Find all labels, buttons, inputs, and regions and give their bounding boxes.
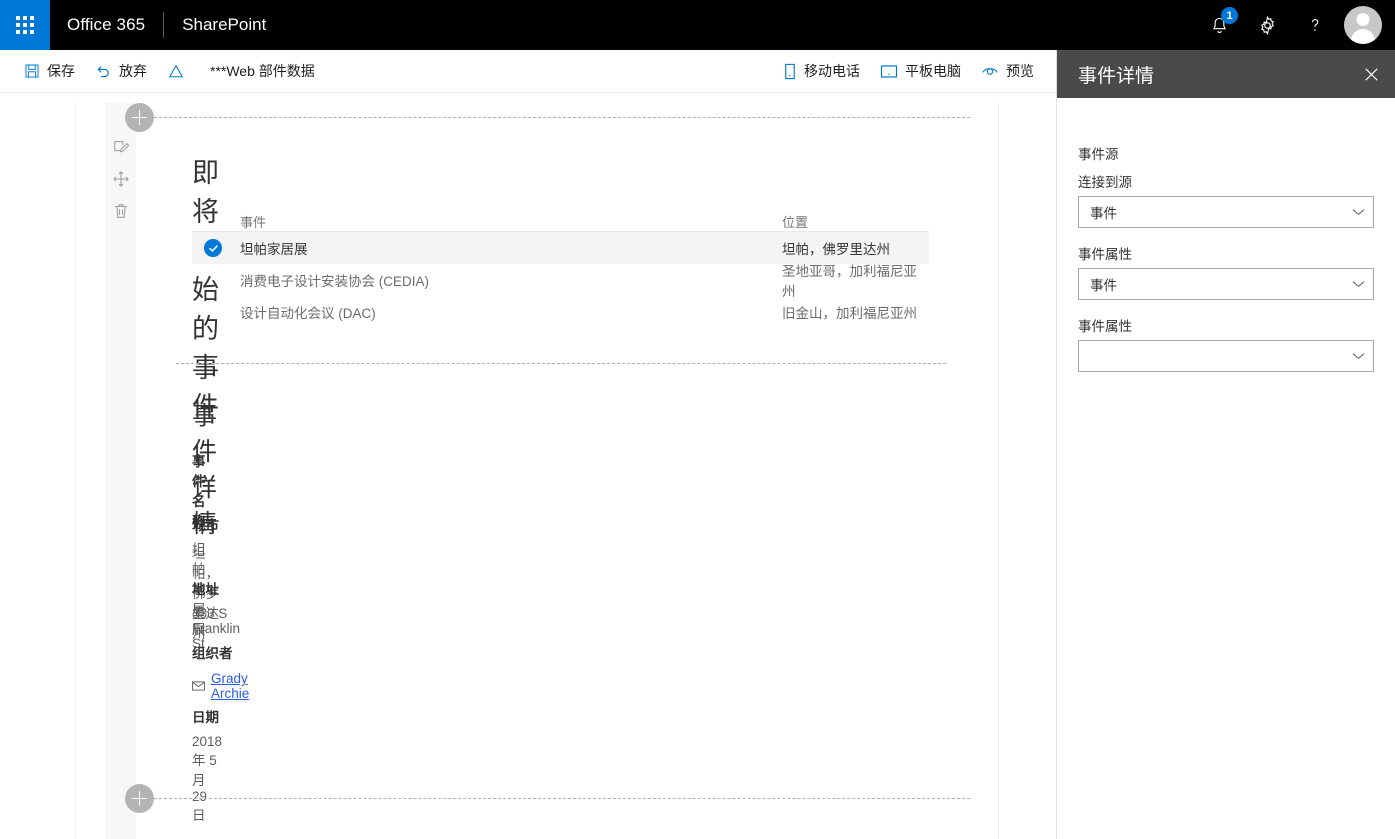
tablet-preview-button[interactable]: 平板电脑	[870, 50, 971, 93]
property-pane-title: 事件详情	[1078, 61, 1347, 88]
move-webpart-button[interactable]	[111, 169, 131, 189]
triangle-icon	[167, 63, 185, 79]
app-launcher-button[interactable]	[0, 0, 50, 50]
table-row[interactable]: 设计自动化会议 (DAC) 旧金山，加利福尼亚州	[192, 296, 929, 328]
property-pane-header: 事件详情	[1057, 50, 1395, 98]
page-status-button[interactable]	[157, 50, 202, 93]
tablet-label: 平板电脑	[905, 61, 961, 81]
field-label: 日期	[192, 706, 222, 726]
table-row[interactable]: 消费电子设计安装协会 (CEDIA) 圣地亚哥，加利福尼亚州	[192, 264, 929, 296]
command-bar-right: 移动电话 平板电脑 预览	[773, 50, 1056, 93]
delete-webpart-button[interactable]	[111, 201, 131, 221]
event-name: 坦帕家居展	[240, 238, 308, 258]
event-property-label-1: 事件属性	[1078, 243, 1374, 263]
save-disk-icon	[24, 63, 40, 79]
settings-button[interactable]	[1243, 0, 1291, 50]
field-value: 2018 年 5 月 29 日	[192, 734, 222, 824]
section-divider	[176, 363, 946, 364]
dropdown-value: 事件	[1090, 202, 1352, 222]
help-button[interactable]	[1291, 0, 1339, 50]
preview-button[interactable]: 预览	[971, 50, 1044, 93]
check-circle-icon	[204, 239, 222, 257]
connect-to-source-label: 连接到源	[1078, 171, 1374, 191]
suite-bar: Office 365 SharePoint 1	[0, 0, 1395, 50]
event-name: 设计自动化会议 (DAC)	[240, 302, 376, 322]
source-section-label: 事件源	[1078, 143, 1374, 163]
close-pane-button[interactable]	[1347, 50, 1395, 98]
move-webpart-icon	[112, 170, 130, 188]
discard-button[interactable]: 放弃	[85, 50, 157, 93]
property-pane: 事件详情 事件源 连接到源 事件 事件属性 事件 事件属性	[1056, 50, 1395, 839]
save-button[interactable]: 保存	[0, 50, 85, 93]
mobile-label: 移动电话	[804, 61, 860, 81]
page-canvas: 即将开始的事件 事件 位置 坦帕家居展 坦帕，佛罗里达州 消费电子设计安装协会 …	[0, 93, 1056, 839]
eye-preview-icon	[981, 64, 999, 78]
field-address: 地址 333 S Franklin St	[192, 578, 240, 651]
save-label: 保存	[47, 61, 75, 81]
mobile-phone-icon	[783, 63, 797, 80]
notification-badge: 1	[1221, 7, 1238, 24]
property-pane-body: 事件源 连接到源 事件 事件属性 事件 事件属性	[1057, 98, 1395, 372]
add-section-bottom-button[interactable]	[125, 784, 154, 813]
connect-to-source-dropdown[interactable]: 事件	[1078, 196, 1374, 228]
event-name: 消费电子设计安装协会 (CEDIA)	[240, 270, 429, 290]
notifications-button[interactable]: 1	[1195, 0, 1243, 50]
gear-icon	[1257, 15, 1278, 36]
event-property-dropdown-2[interactable]	[1078, 340, 1374, 372]
edit-webpart-button[interactable]	[111, 137, 131, 157]
command-bar: 保存 放弃 ***Web 部件数据 移动电话	[0, 50, 1056, 93]
dropdown-value: 事件	[1090, 274, 1352, 294]
page-title: ***Web 部件数据	[202, 61, 315, 81]
column-header-location: 位置	[782, 212, 808, 231]
discard-label: 放弃	[119, 61, 147, 81]
column-header-event: 事件	[240, 212, 266, 231]
chevron-down-icon	[1352, 352, 1365, 360]
field-label: 组织者	[192, 642, 249, 662]
event-location: 坦帕，佛罗里达州	[782, 238, 890, 258]
close-x-icon	[1362, 65, 1381, 84]
add-section-top-line	[154, 117, 970, 118]
events-table-header: 事件 位置	[192, 204, 929, 232]
add-section-bottom-line	[154, 798, 970, 799]
chevron-down-icon	[1352, 280, 1365, 288]
office-brand-label[interactable]: Office 365	[50, 15, 145, 35]
user-avatar-button[interactable]	[1339, 0, 1387, 50]
question-mark-icon	[1305, 15, 1325, 35]
field-label: 地址	[192, 578, 240, 598]
organizer-link[interactable]: Grady Archie	[211, 671, 249, 701]
event-location: 圣地亚哥，加利福尼亚州	[782, 260, 929, 300]
field-label: 城市	[192, 514, 219, 534]
sharepoint-app-label[interactable]: SharePoint	[182, 15, 266, 35]
trash-delete-icon	[112, 202, 130, 220]
suite-divider	[163, 12, 164, 38]
app-launcher-icon	[16, 16, 34, 34]
avatar	[1344, 6, 1382, 44]
undo-arrow-icon	[95, 63, 112, 80]
event-property-dropdown-1[interactable]: 事件	[1078, 268, 1374, 300]
suite-actions: 1	[1195, 0, 1395, 50]
envelope-mail-icon	[192, 681, 205, 691]
tablet-icon	[880, 64, 898, 79]
chevron-down-icon	[1352, 208, 1365, 216]
edit-webpart-icon	[112, 138, 130, 156]
add-section-top-button[interactable]	[125, 103, 154, 132]
event-property-label-2: 事件属性	[1078, 315, 1374, 335]
field-date: 日期 2018 年 5 月 29 日	[192, 706, 222, 824]
events-table: 事件 位置 坦帕家居展 坦帕，佛罗里达州 消费电子设计安装协会 (CEDIA) …	[192, 204, 929, 328]
preview-label: 预览	[1006, 61, 1034, 81]
field-organizer: 组织者 Grady Archie	[192, 642, 249, 701]
event-location: 旧金山，加利福尼亚州	[782, 302, 917, 322]
mobile-preview-button[interactable]: 移动电话	[773, 50, 870, 93]
